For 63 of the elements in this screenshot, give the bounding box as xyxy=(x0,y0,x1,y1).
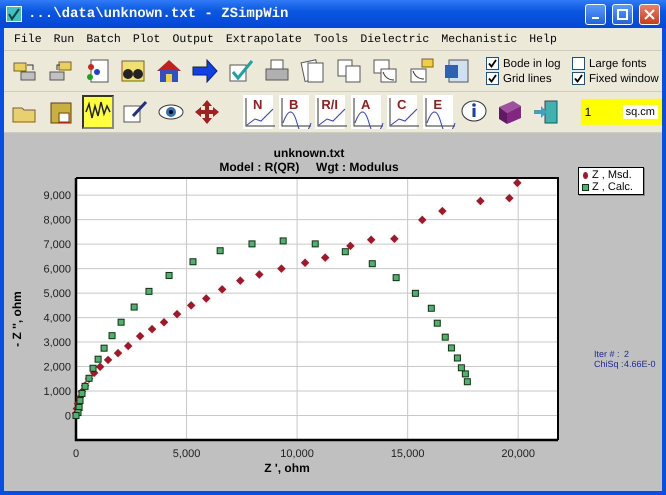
minimize-button[interactable] xyxy=(585,4,606,24)
menu-item[interactable]: Help xyxy=(523,32,563,46)
option-checkbox[interactable]: Fixed window xyxy=(572,72,662,85)
fit-value: 2 xyxy=(624,349,630,359)
menu-item[interactable]: Output xyxy=(166,32,220,46)
y-tick-label: 8,000 xyxy=(43,214,71,227)
menu-item[interactable]: Plot xyxy=(126,32,166,46)
menu-item[interactable]: Mechanistic xyxy=(435,32,524,46)
area-field[interactable]: 1 sq.cm xyxy=(580,99,662,125)
y-tick-label: 1,000 xyxy=(43,386,71,398)
fit-label: Iter # : xyxy=(594,349,621,359)
minimize-icon xyxy=(592,17,599,19)
close-icon xyxy=(644,8,655,20)
legend-label: Z , Calc. xyxy=(592,181,633,193)
door-arrow-icon xyxy=(532,98,560,126)
plot-type-button[interactable]: C xyxy=(386,95,417,129)
x-tick-label: 20,000 xyxy=(501,448,536,460)
y-tick-label: 7,000 xyxy=(43,239,71,252)
word-document-icon xyxy=(443,57,471,85)
y-axis-label: - Z '', ohm xyxy=(10,291,24,347)
graphs-icon xyxy=(371,57,399,85)
y-tick-label: 6,000 xyxy=(43,264,71,276)
window-title: ...\data\unknown.txt - ZSimpWin xyxy=(28,6,290,22)
maximize-button[interactable] xyxy=(612,4,633,24)
plot-title: unknown.txt xyxy=(274,146,344,160)
legend-label: Z , Msd. xyxy=(592,169,632,181)
y-tick-label: 9,000 xyxy=(43,190,71,202)
plot-type-button[interactable]: N xyxy=(242,95,273,129)
y-tick-label: 4,000 xyxy=(43,312,71,325)
fit-value: 4.66E-0 xyxy=(624,359,656,369)
x-tick-label: 5,000 xyxy=(172,448,200,460)
menu-item[interactable]: Dielectric xyxy=(354,32,436,46)
y-tick-label: 3,000 xyxy=(43,337,71,350)
four-arrows-icon xyxy=(192,98,221,126)
plot-type-button[interactable]: R/I xyxy=(314,95,345,129)
y-tick-label: 5,000 xyxy=(43,288,71,300)
y-tick-label: 2,000 xyxy=(43,362,71,374)
checkmark-icon xyxy=(574,74,583,83)
x-tick-label: 0 xyxy=(72,448,80,460)
plot-type-button[interactable]: E xyxy=(422,95,453,129)
x-tick-label: 15,000 xyxy=(390,448,424,460)
menu-item[interactable]: Tools xyxy=(308,32,354,46)
house-icon xyxy=(155,57,183,85)
menu-item[interactable]: Extrapolate xyxy=(220,32,308,46)
menu-item[interactable]: Batch xyxy=(80,32,127,46)
close-button[interactable] xyxy=(639,4,660,24)
toolbar-button[interactable] xyxy=(82,95,114,129)
maximize-icon xyxy=(617,8,628,20)
plot-type-button[interactable]: A xyxy=(350,95,381,129)
option-checkbox[interactable]: Bode in log xyxy=(486,57,572,70)
option-checkbox[interactable]: Large fonts xyxy=(572,57,662,70)
plot-type-button[interactable]: B xyxy=(278,95,309,129)
plot-subtitle: Model : R(QR) Wgt : Modulus xyxy=(219,160,399,174)
app-icon xyxy=(6,6,22,22)
option-checkbox[interactable]: Grid lines xyxy=(486,72,572,85)
x-axis-label: Z ', ohm xyxy=(264,461,310,475)
x-tick-label: 10,000 xyxy=(280,448,314,460)
right-arrow-icon xyxy=(191,57,219,85)
menu-item[interactable]: File xyxy=(8,32,48,46)
pages-icon xyxy=(335,57,363,85)
y-tick-label: 0 xyxy=(64,410,71,423)
fit-label: ChiSq : xyxy=(594,359,624,369)
menu-item[interactable]: Run xyxy=(48,32,80,46)
